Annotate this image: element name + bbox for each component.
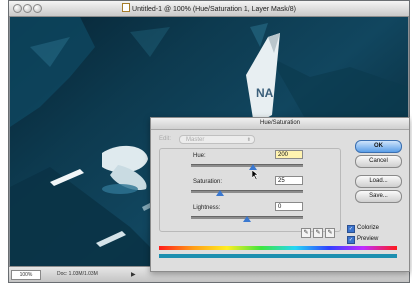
saturation-input[interactable]: 25 <box>275 176 303 185</box>
saturation-label: Saturation: <box>193 179 223 185</box>
mouse-pointer-icon <box>252 170 259 180</box>
window-title: Untitled-1 @ 100% (Hue/Saturation 1, Lay… <box>132 6 296 13</box>
input-hue-spectrum-bar <box>159 246 397 250</box>
eyedropper-minus-icon[interactable]: ✎ <box>325 228 335 238</box>
colorize-checkbox[interactable]: ✓ Colorize <box>347 225 379 233</box>
hue-saturation-dialog: Hue/Saturation Edit: Master ⬍ Hue: 200 S… <box>150 117 410 272</box>
preview-checkbox[interactable]: ✓ Preview <box>347 236 378 244</box>
lightness-label: Lightness: <box>193 205 221 211</box>
save-button[interactable]: Save... <box>355 190 402 203</box>
document-icon <box>122 3 131 12</box>
lightness-input[interactable]: 0 <box>275 202 303 211</box>
document-size-info: Doc: 1.03M/1.03M <box>57 271 98 277</box>
tail-lettering: NA <box>256 86 274 100</box>
window-titlebar: Untitled-1 @ 100% (Hue/Saturation 1, Lay… <box>9 1 409 17</box>
saturation-slider-thumb[interactable] <box>216 190 224 196</box>
checkmark-icon: ✓ <box>347 236 355 244</box>
hue-input[interactable]: 200 <box>275 150 303 159</box>
colorized-output-bar <box>159 254 397 258</box>
ok-button[interactable]: OK <box>355 140 402 153</box>
eyedropper-plus-icon[interactable]: ✎ <box>313 228 323 238</box>
popup-arrows-icon: ⬍ <box>246 137 251 143</box>
edit-row: Edit: Master ⬍ <box>159 135 255 144</box>
zoom-level-field[interactable]: 100% <box>11 270 41 280</box>
hue-label: Hue: <box>193 153 206 159</box>
eyedropper-icon[interactable]: ✎ <box>301 228 311 238</box>
preview-label: Preview <box>357 236 379 242</box>
edit-channel-value: Master <box>186 137 205 143</box>
saturation-slider-track[interactable] <box>191 190 303 193</box>
colorize-label: Colorize <box>357 225 380 231</box>
edit-label: Edit: <box>159 136 172 142</box>
hue-slider-track[interactable] <box>191 164 303 167</box>
cancel-button[interactable]: Cancel <box>355 155 402 168</box>
checkmark-icon: ✓ <box>347 225 355 233</box>
load-button[interactable]: Load... <box>355 175 402 188</box>
status-menu-arrow-icon[interactable]: ▶ <box>131 271 136 278</box>
edit-channel-select[interactable]: Master ⬍ <box>179 135 255 144</box>
dialog-title: Hue/Saturation <box>151 118 409 130</box>
lightness-slider-thumb[interactable] <box>243 216 251 222</box>
